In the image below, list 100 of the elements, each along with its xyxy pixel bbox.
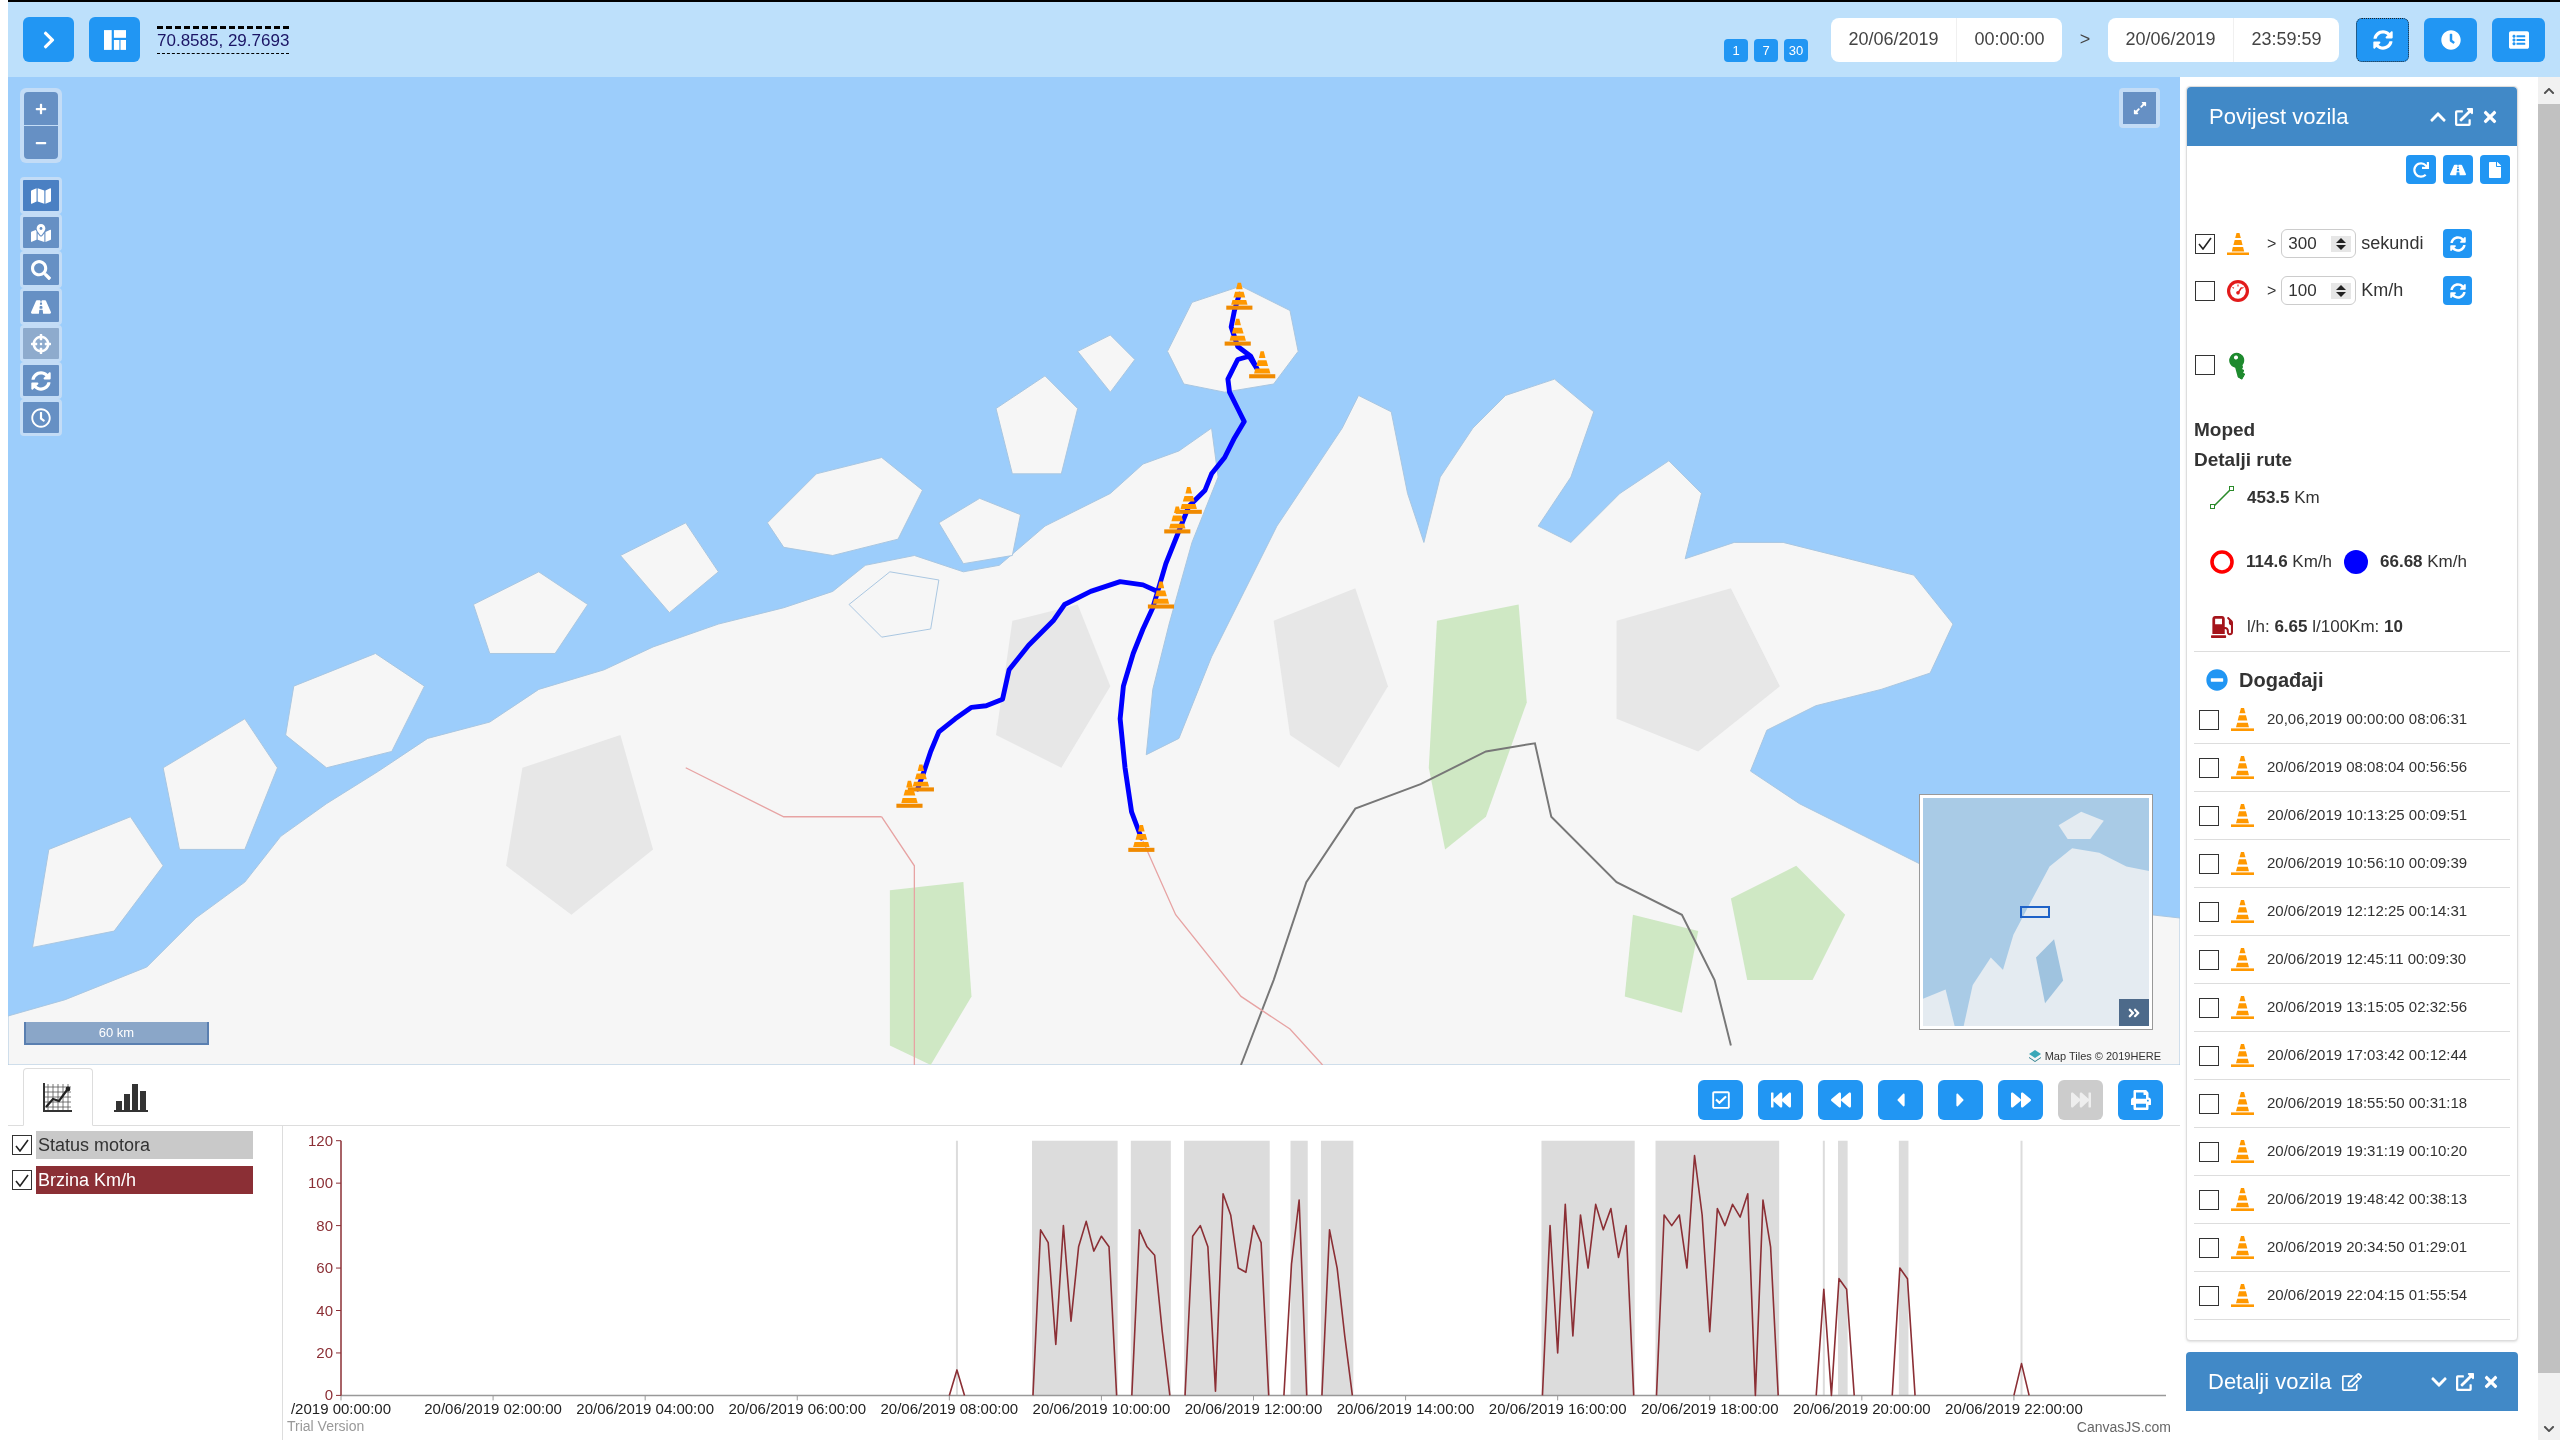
number-field[interactable]: 300 — [2281, 229, 2357, 258]
event-text: 20/06/2019 19:48:42 00:38:13 — [2267, 1189, 2468, 1210]
event-checkbox[interactable] — [2199, 1237, 2219, 1258]
event-checkbox[interactable] — [2199, 1285, 2219, 1306]
cone-marker-icon[interactable] — [1175, 486, 1202, 514]
pop-out-button[interactable] — [2455, 107, 2473, 126]
legend-label[interactable]: Brzina Km/h — [36, 1166, 253, 1194]
event-checkbox[interactable] — [2199, 709, 2219, 730]
map-button[interactable] — [20, 177, 62, 214]
cone-marker-icon[interactable] — [896, 780, 923, 808]
clock-icon — [2440, 29, 2461, 50]
event-checkbox[interactable] — [2199, 901, 2219, 922]
road-button[interactable] — [20, 288, 62, 325]
event-checkbox[interactable] — [2199, 757, 2219, 778]
x-axis-label: 20/06/2019 06:00:00 — [728, 1400, 867, 1417]
credit-link[interactable]: CanvasJS.com — [2076, 1419, 2171, 1435]
event-checkbox[interactable] — [2199, 997, 2219, 1018]
traffic-cone-icon — [2231, 1140, 2254, 1163]
print-button[interactable] — [2118, 1080, 2163, 1120]
map-marker-button[interactable] — [20, 214, 62, 251]
unit-label: Km/h — [2361, 279, 2405, 302]
minimap-toggle-button[interactable] — [2119, 999, 2149, 1026]
traffic-cone-icon — [2231, 852, 2254, 875]
number-field[interactable]: 100 — [2281, 276, 2357, 305]
traffic-cone-icon — [2231, 804, 2254, 827]
step-back-button[interactable] — [1878, 1080, 1923, 1120]
legend-checkbox[interactable] — [12, 1135, 32, 1155]
legend-checkbox[interactable] — [12, 1170, 32, 1190]
date-field[interactable]: 20/06/2019 — [2108, 17, 2234, 62]
clock-icon — [31, 407, 51, 428]
clock-button[interactable] — [20, 399, 62, 436]
event-checkbox[interactable] — [2199, 1045, 2219, 1066]
collapse-events-button[interactable] — [2206, 669, 2228, 691]
apply-button[interactable] — [2443, 229, 2473, 258]
event-text: 20/06/2019 08:08:04 00:56:56 — [2267, 757, 2468, 778]
x-axis-label: 20/06/2019 16:00:00 — [1488, 1400, 1627, 1417]
event-text: 20/06/2019 10:13:25 00:09:51 — [2267, 805, 2468, 826]
list-icon — [2508, 29, 2529, 50]
date-field[interactable]: 20/06/2019 — [1831, 17, 1957, 62]
fuel-pump-icon — [2211, 616, 2233, 638]
expand-button[interactable] — [23, 17, 74, 62]
cone-marker-icon[interactable] — [1128, 824, 1155, 852]
x-axis-label: 20/06/2019 02:00:00 — [424, 1400, 562, 1417]
y-axis-label: 100 — [307, 1174, 333, 1192]
reload-button[interactable] — [2406, 155, 2436, 184]
crosshair-icon — [31, 333, 51, 354]
zoom-in-button[interactable] — [24, 92, 58, 125]
filter-checkbox[interactable] — [2195, 233, 2215, 254]
filter-checkbox[interactable] — [2195, 280, 2215, 301]
skip-to-start-button[interactable] — [1758, 1080, 1803, 1120]
x-axis-label: 20/06/2019 04:00:00 — [576, 1400, 714, 1417]
event-checkbox[interactable] — [2199, 1189, 2219, 1210]
play-button[interactable] — [1938, 1080, 1983, 1120]
fast-forward-button[interactable] — [1998, 1080, 2043, 1120]
layers-icon — [2028, 1049, 2041, 1062]
legend-label[interactable]: Status motora — [36, 1131, 253, 1159]
zoom-out-button[interactable] — [24, 126, 58, 159]
plus-icon — [35, 102, 47, 115]
apply-button[interactable] — [2443, 276, 2473, 305]
refresh-button[interactable] — [2356, 17, 2409, 62]
distance-value: 453.5 Km — [2247, 487, 2320, 510]
map-attribution: Map Tiles © 2019HERE — [2044, 1048, 2161, 1064]
document-button[interactable] — [2480, 155, 2510, 184]
check-button[interactable] — [1698, 1080, 1743, 1120]
cone-marker-icon[interactable] — [1249, 351, 1276, 379]
edit-icon[interactable] — [2341, 1371, 2362, 1392]
time-field[interactable]: 23:59:59 — [2234, 17, 2339, 62]
ring-icon — [2210, 550, 2234, 574]
cone-marker-icon[interactable] — [1147, 581, 1174, 609]
card-title: Detalji vozila — [2208, 1368, 2332, 1396]
traffic-cone-icon — [2231, 996, 2254, 1019]
cone-marker-icon[interactable] — [907, 764, 934, 792]
clock-button[interactable] — [2424, 17, 2477, 62]
list-button[interactable] — [2492, 17, 2545, 62]
layout-button[interactable] — [89, 17, 140, 62]
search-button[interactable] — [20, 251, 62, 288]
line-chart-tab[interactable] — [23, 1068, 93, 1126]
viewport-frame — [2020, 906, 2050, 918]
event-checkbox[interactable] — [2199, 853, 2219, 874]
spinner-icon — [2331, 282, 2352, 299]
road-button[interactable] — [2443, 155, 2473, 184]
fullscreen-button[interactable] — [2119, 88, 2160, 128]
scale-bar: 60 km — [24, 1022, 209, 1045]
time-field[interactable]: 00:00:00 — [1957, 17, 2062, 62]
section-heading: Detalji rute — [2194, 448, 2293, 472]
event-text: 20/06/2019 13:15:05 02:32:56 — [2267, 997, 2468, 1018]
event-checkbox[interactable] — [2199, 949, 2219, 970]
cone-marker-icon[interactable] — [1226, 282, 1253, 310]
event-text: 20,06,2019 00:00:00 08:06:31 — [2267, 709, 2468, 730]
rewind-button[interactable] — [1818, 1080, 1863, 1120]
cone-marker-icon[interactable] — [1224, 318, 1251, 346]
traffic-cone-icon — [2227, 232, 2249, 255]
filter-checkbox[interactable] — [2195, 354, 2215, 375]
speedometer-icon — [2227, 279, 2249, 302]
cone-marker-icon[interactable] — [1164, 506, 1191, 534]
event-checkbox[interactable] — [2199, 1093, 2219, 1114]
event-checkbox[interactable] — [2199, 805, 2219, 826]
event-checkbox[interactable] — [2199, 1141, 2219, 1162]
pop-out-button[interactable] — [2456, 1372, 2474, 1391]
route-line-icon — [2210, 486, 2234, 510]
